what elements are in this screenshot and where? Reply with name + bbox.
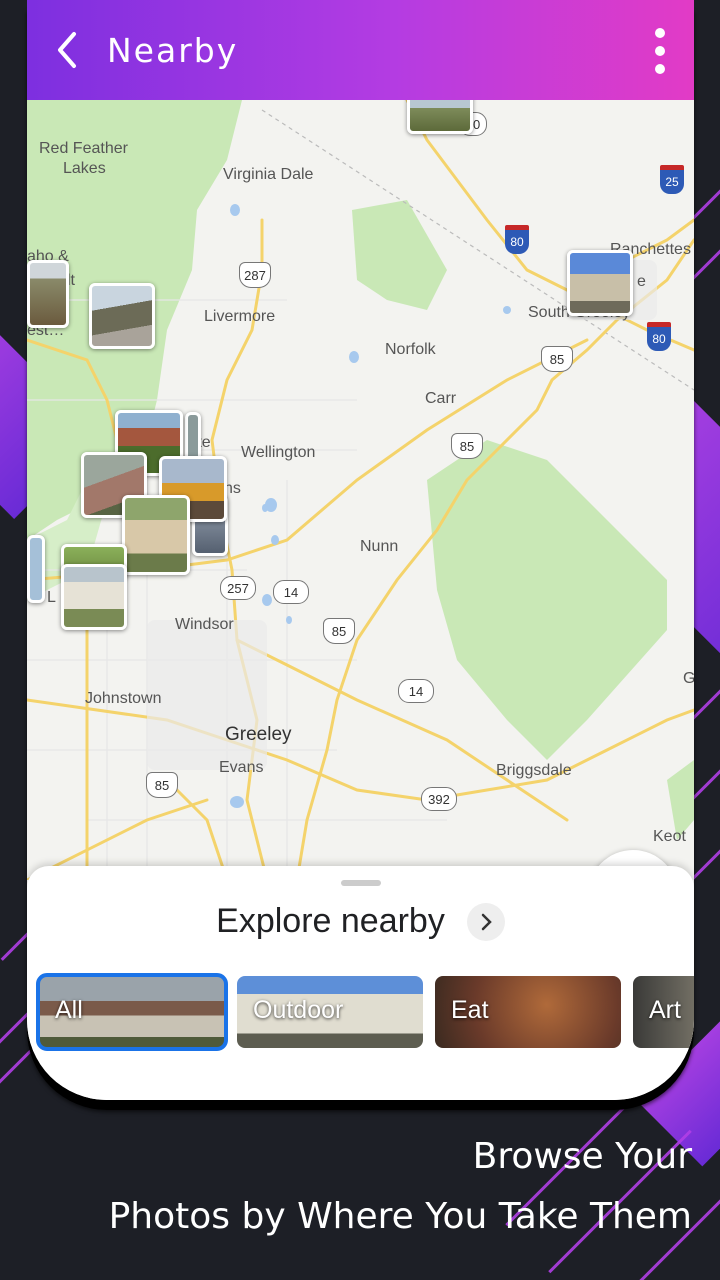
place-label: Nunn	[360, 538, 399, 555]
category-chip-eat[interactable]: Eat	[435, 976, 621, 1048]
place-label: Virginia Dale	[223, 166, 314, 183]
place-label: e	[637, 273, 646, 290]
explore-title: Explore nearby	[216, 902, 445, 940]
highway-shield: 14	[273, 580, 309, 604]
highway-shield: 85	[541, 346, 573, 372]
explore-more-button[interactable]	[466, 902, 505, 941]
highway-shield: 287	[239, 262, 271, 288]
highway-shield: 85	[146, 772, 178, 798]
drag-handle[interactable]	[341, 880, 381, 886]
more-options-button[interactable]	[648, 28, 672, 74]
page-title: Nearby	[107, 30, 239, 70]
chevron-right-icon	[481, 913, 492, 930]
place-label: Livermore	[204, 308, 276, 325]
photo-cluster[interactable]	[407, 100, 473, 134]
category-label: Art	[649, 996, 681, 1024]
highway-shield: 257	[220, 576, 256, 600]
category-label: All	[55, 996, 83, 1024]
place-label: G	[683, 670, 694, 687]
category-chip-all[interactable]: All	[36, 973, 228, 1051]
photo-cluster[interactable]	[122, 495, 190, 575]
category-chip-outdoor[interactable]: Outdoor	[237, 976, 423, 1048]
place-label: Norfolk	[385, 341, 436, 358]
place-label: Evans	[219, 759, 264, 776]
interstate-shield: 25	[660, 165, 684, 194]
highway-shield: 14	[398, 679, 434, 703]
photo-cluster[interactable]	[27, 535, 45, 603]
promo-caption-line2: Photos by Where You Take Them	[108, 1196, 692, 1237]
category-chip-art[interactable]: Art	[633, 976, 694, 1048]
place-label: L	[47, 589, 56, 606]
highway-shield: 85	[323, 618, 355, 644]
place-label: Briggsdale	[496, 762, 572, 779]
promo-caption-line1: Browse Your	[472, 1136, 692, 1177]
photo-cluster[interactable]	[61, 564, 127, 630]
place-label: Johnstown	[85, 690, 162, 707]
photo-cluster[interactable]	[89, 283, 155, 349]
place-label: Keot	[653, 828, 686, 845]
map-view[interactable]: Red Feather Lakes Virginia Dale Livermor…	[27, 100, 694, 880]
place-label: Windsor	[175, 616, 234, 633]
interstate-shield: 80	[505, 225, 529, 254]
app-bar: Nearby	[27, 0, 694, 100]
highway-shield: 392	[421, 787, 457, 811]
interstate-shield: 80	[647, 322, 671, 351]
photo-cluster[interactable]	[27, 260, 69, 328]
place-label: Greeley	[225, 724, 292, 745]
chevron-left-icon	[58, 32, 76, 68]
place-label: Carr	[425, 390, 457, 407]
place-label: Wellington	[241, 444, 316, 461]
photo-cluster[interactable]	[567, 250, 633, 316]
category-label: Eat	[451, 996, 489, 1024]
category-row: All Outdoor Eat Art	[36, 973, 694, 1052]
phone-screen: Nearby Red Feather Lakes Virginia Dale L…	[27, 0, 694, 1100]
explore-header[interactable]: Explore nearby	[27, 902, 694, 941]
place-label: Red Feather	[39, 140, 128, 157]
place-label: Lakes	[63, 160, 106, 177]
explore-sheet: Explore nearby All Outdoor Eat Art	[27, 866, 694, 1100]
highway-shield: 85	[451, 433, 483, 459]
category-label: Outdoor	[253, 996, 344, 1024]
back-button[interactable]	[27, 0, 107, 100]
more-vertical-icon	[655, 28, 665, 38]
